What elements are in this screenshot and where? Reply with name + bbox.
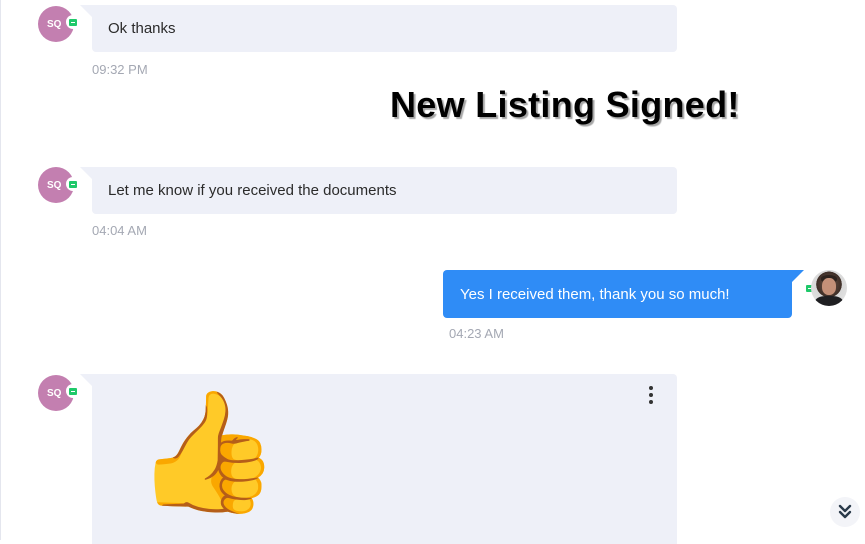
thumbs-up-icon: 👍 [134, 382, 281, 520]
bubble-tail [80, 167, 92, 179]
message-text: Yes I received them, thank you so much! [460, 285, 730, 303]
scroll-to-bottom-button[interactable] [830, 497, 860, 527]
outgoing-message-bubble[interactable]: Yes I received them, thank you so much! [443, 270, 792, 318]
panel-border [0, 0, 1, 540]
bubble-tail [80, 5, 92, 17]
message-timestamp: 04:23 AM [449, 326, 504, 341]
double-chevron-down-icon [838, 504, 852, 519]
avatar-initials: SQ [47, 179, 62, 191]
bubble-tail [80, 374, 92, 386]
chat-status-icon [66, 177, 80, 191]
chat-status-icon [66, 384, 80, 398]
chat-status-icon [66, 15, 80, 29]
message-bubble[interactable]: Ok thanks [92, 5, 677, 52]
more-vertical-icon[interactable] [645, 386, 657, 404]
user-avatar[interactable] [811, 270, 847, 306]
message-bubble[interactable]: Let me know if you received the document… [92, 167, 677, 214]
avatar-initials: SQ [47, 387, 62, 399]
message-timestamp: 04:04 AM [92, 223, 147, 238]
overlay-headline: New Listing Signed! [390, 84, 740, 125]
bubble-tail [792, 270, 804, 282]
message-text: Let me know if you received the document… [108, 182, 397, 199]
message-timestamp: 09:32 PM [92, 62, 148, 77]
avatar-initials: SQ [47, 18, 62, 30]
message-text: Ok thanks [108, 20, 176, 37]
